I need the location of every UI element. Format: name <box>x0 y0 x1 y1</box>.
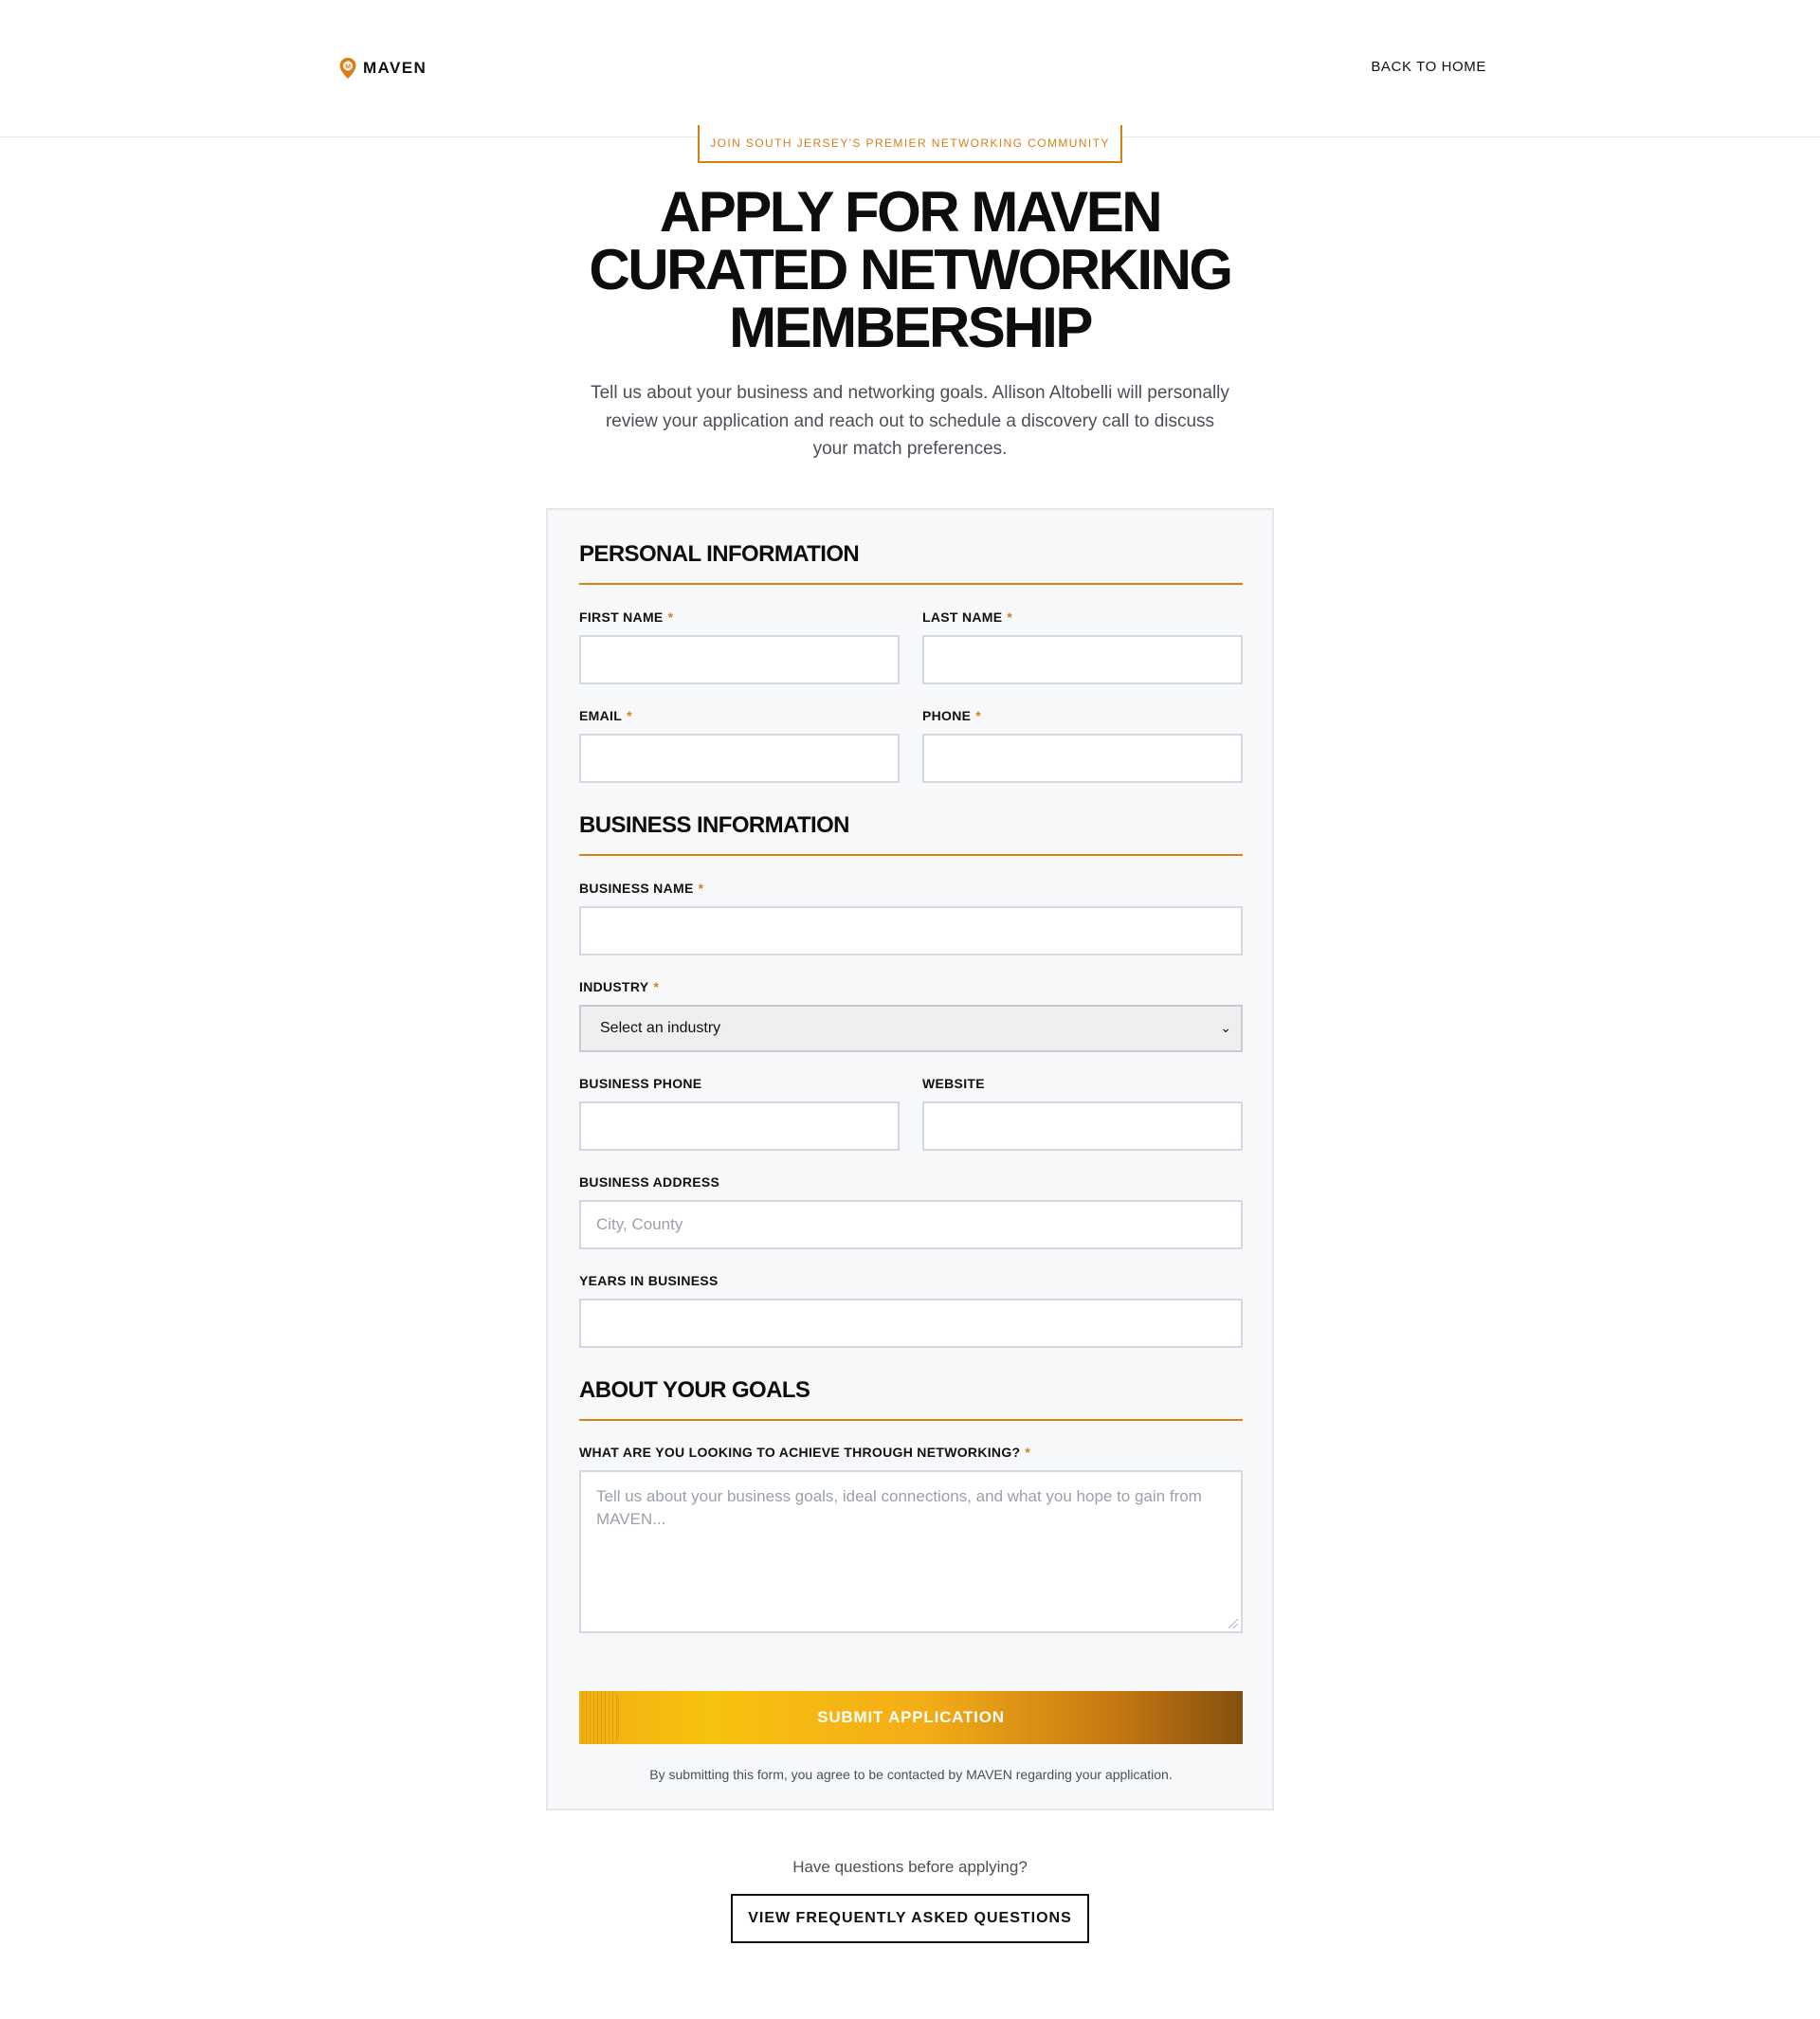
section-divider <box>579 854 1243 856</box>
email-label: EMAIL * <box>579 708 632 723</box>
chevron-down-icon: ⌄ <box>1220 1020 1231 1035</box>
page-title-line: CURATED NETWORKING <box>589 238 1233 301</box>
site-header: M MAVEN BACK TO HOME <box>0 0 1820 137</box>
goals-question-label-text: WHAT ARE YOU LOOKING TO ACHIEVE THROUGH … <box>579 1445 1021 1460</box>
button-texture <box>579 1691 619 1744</box>
business-name-input[interactable] <box>579 906 1243 955</box>
required-marker: * <box>698 881 704 896</box>
industry-label-text: INDUSTRY <box>579 979 649 994</box>
required-marker: * <box>1007 609 1013 625</box>
business-address-label-text: BUSINESS ADDRESS <box>579 1174 720 1190</box>
intro-text: Tell us about your business and networki… <box>591 383 1229 459</box>
business-address-input[interactable] <box>579 1200 1243 1249</box>
resize-handle-icon[interactable] <box>1228 1619 1238 1628</box>
brand-logo[interactable]: M MAVEN <box>338 57 427 80</box>
section-divider <box>579 1419 1243 1421</box>
section-title-personal: PERSONAL INFORMATION <box>579 541 860 567</box>
website-input[interactable] <box>922 1101 1243 1151</box>
first-name-label-text: FIRST NAME <box>579 609 664 625</box>
years-in-business-input[interactable] <box>579 1299 1243 1348</box>
phone-label: PHONE * <box>922 708 981 723</box>
page-title: APPLY FOR MAVEN CURATED NETWORKING MEMBE… <box>531 183 1289 356</box>
phone-input[interactable] <box>922 734 1243 783</box>
years-in-business-label-text: YEARS IN BUSINESS <box>579 1273 719 1288</box>
required-marker: * <box>653 979 660 994</box>
section-title-goals: ABOUT YOUR GOALS <box>579 1377 810 1403</box>
goals-textarea-placeholder: Tell us about your business goals, ideal… <box>596 1487 1202 1528</box>
industry-select-value: Select an industry <box>600 1020 721 1036</box>
section-divider <box>579 583 1243 585</box>
business-phone-input[interactable] <box>579 1101 900 1151</box>
years-in-business-label: YEARS IN BUSINESS <box>579 1273 719 1288</box>
industry-select[interactable]: Select an industry ⌄ <box>579 1005 1243 1052</box>
page-title-line: APPLY FOR MAVEN <box>659 180 1163 244</box>
section-title-business: BUSINESS INFORMATION <box>579 812 850 838</box>
svg-text:M: M <box>345 64 351 70</box>
website-label-text: WEBSITE <box>922 1076 985 1091</box>
brand-name: MAVEN <box>363 59 428 77</box>
business-phone-label-text: BUSINESS PHONE <box>579 1076 702 1091</box>
last-name-label-text: LAST NAME <box>922 609 1003 625</box>
industry-label: INDUSTRY * <box>579 979 659 994</box>
eyebrow-tag: JOIN SOUTH JERSEY'S PREMIER NETWORKING C… <box>698 125 1122 163</box>
required-marker: * <box>1025 1445 1031 1460</box>
email-label-text: EMAIL <box>579 708 623 723</box>
view-faq-label: VIEW FREQUENTLY ASKED QUESTIONS <box>748 1910 1072 1926</box>
faq-prompt: Have questions before applying? <box>792 1858 1028 1876</box>
back-to-home-link[interactable]: BACK TO HOME <box>1371 59 1486 75</box>
required-marker: * <box>627 708 632 723</box>
first-name-label: FIRST NAME * <box>579 609 673 625</box>
goals-question-label: WHAT ARE YOU LOOKING TO ACHIEVE THROUGH … <box>579 1445 1030 1460</box>
submit-application-button[interactable]: SUBMIT APPLICATION <box>579 1691 1243 1744</box>
submit-application-label: SUBMIT APPLICATION <box>817 1708 1005 1726</box>
business-address-label: BUSINESS ADDRESS <box>579 1174 719 1190</box>
page-title-line: MEMBERSHIP <box>729 296 1093 359</box>
required-marker: * <box>975 708 982 723</box>
required-marker: * <box>667 609 674 625</box>
first-name-input[interactable] <box>579 635 900 684</box>
website-label: WEBSITE <box>922 1076 985 1091</box>
consent-text: By submitting this form, you agree to be… <box>649 1767 1173 1782</box>
last-name-label: LAST NAME * <box>922 609 1012 625</box>
business-name-label-text: BUSINESS NAME <box>579 881 694 896</box>
business-phone-label: BUSINESS PHONE <box>579 1076 701 1091</box>
goals-textarea[interactable]: Tell us about your business goals, ideal… <box>579 1470 1243 1633</box>
business-name-label: BUSINESS NAME * <box>579 881 703 896</box>
view-faq-button[interactable]: VIEW FREQUENTLY ASKED QUESTIONS <box>731 1894 1089 1943</box>
location-pin-icon: M <box>338 57 357 80</box>
email-input[interactable] <box>579 734 900 783</box>
application-form: PERSONAL INFORMATION FIRST NAME * LAST NA… <box>546 508 1274 1810</box>
last-name-input[interactable] <box>922 635 1243 684</box>
phone-label-text: PHONE <box>922 708 972 723</box>
